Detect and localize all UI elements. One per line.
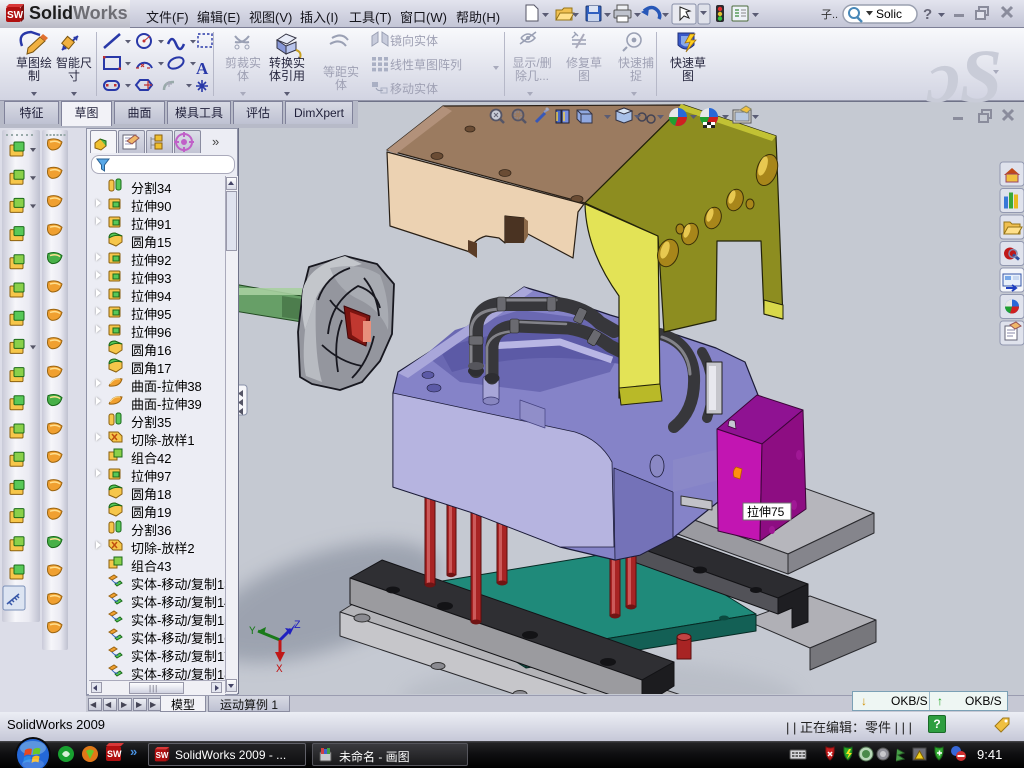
svg-text:SW: SW (7, 10, 24, 21)
svg-text:SW: SW (156, 751, 169, 760)
svg-text:⼦..: ⼦.. (821, 8, 838, 21)
svg-text:拉伸75: 拉伸75 (747, 504, 785, 519)
svg-text:Z: Z (294, 620, 301, 632)
svg-text:SW: SW (107, 749, 122, 759)
svg-text:Solic: Solic (876, 7, 902, 21)
svg-text:X: X (276, 664, 283, 676)
svg-text:Y: Y (249, 626, 256, 638)
svg-text:A: A (196, 59, 209, 78)
svg-text:?: ? (923, 6, 932, 23)
svg-text:»: » (130, 744, 137, 759)
